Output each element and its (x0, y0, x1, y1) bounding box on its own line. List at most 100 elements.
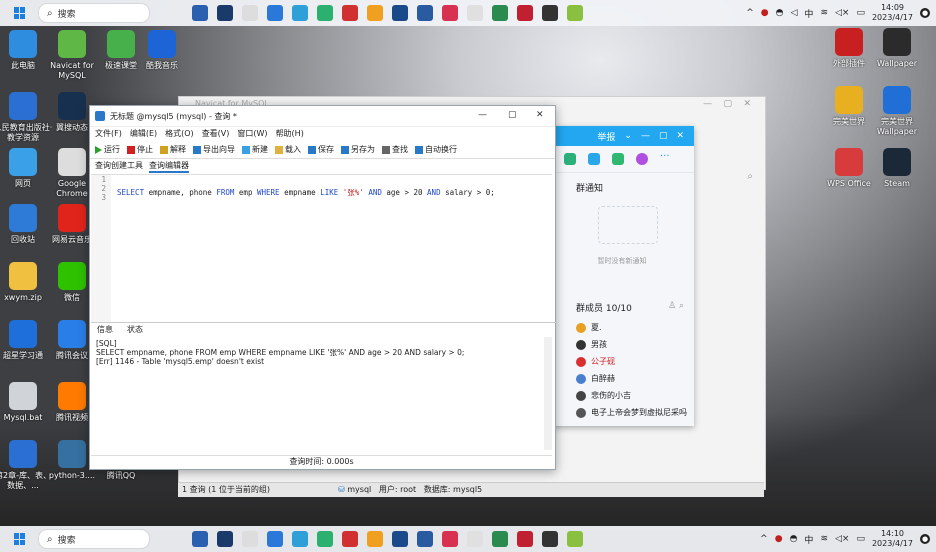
search-input[interactable]: ⌕ 搜索 (38, 529, 150, 549)
desktop-icon[interactable]: 酷我音乐 (131, 30, 193, 71)
toolbar-button-word-wrap[interactable]: 自动换行 (415, 144, 457, 155)
member-row[interactable]: 夏. (576, 319, 691, 336)
notification-icon[interactable]: ● (920, 8, 930, 18)
app-icon[interactable]: ◓ (776, 8, 784, 18)
app-icon[interactable] (217, 5, 233, 21)
close-button[interactable]: ✕ (536, 110, 544, 120)
desktop-icon[interactable]: Steam (866, 148, 928, 189)
app-icon[interactable]: ◓ (790, 534, 798, 544)
toolbar-button-export[interactable]: 导出向导 (193, 144, 235, 155)
message-scrollbar[interactable] (544, 337, 552, 450)
minimize-button[interactable]: — (478, 110, 487, 120)
toolbar-button-explain[interactable]: 解释 (160, 144, 186, 155)
member-row[interactable]: 悲伤的小吉 (576, 387, 691, 404)
add-icon[interactable] (636, 153, 648, 165)
menu-item[interactable]: 窗口(W) (237, 127, 267, 141)
chrome-icon[interactable] (467, 531, 483, 547)
app-icon[interactable] (392, 5, 408, 21)
edge-icon[interactable] (292, 5, 308, 21)
weather-icon[interactable] (242, 5, 258, 21)
maximize-button[interactable]: ▢ (508, 110, 517, 120)
search-input[interactable]: ⌕ 搜索 (38, 3, 150, 23)
battery-icon[interactable]: ▭ (856, 534, 865, 544)
notification-icon[interactable]: ● (920, 534, 930, 544)
member-row[interactable]: 公子砚 (576, 353, 691, 370)
app-icon[interactable]: ● (761, 8, 769, 18)
toolbar-button-load[interactable]: 载入 (275, 144, 301, 155)
toolbar-button-save-as[interactable]: 另存为 (341, 144, 375, 155)
member-row[interactable]: 白醉赫 (576, 370, 691, 387)
app-icon[interactable] (342, 5, 358, 21)
app-icon[interactable] (317, 531, 333, 547)
query-window[interactable]: 无标题 @mysql5 (mysql) - 查询 * — ▢ ✕ 文件(F) 编辑… (89, 105, 558, 470)
folder-icon[interactable] (367, 531, 383, 547)
chevron-up-icon[interactable]: ^ (760, 534, 768, 544)
close-icon[interactable]: ✕ (676, 131, 684, 141)
sql-code[interactable]: SELECT empname, phone FROM emp WHERE emp… (117, 187, 495, 198)
app-icon[interactable] (567, 531, 583, 547)
window-controls[interactable]: — ▢ ✕ (703, 99, 751, 109)
chrome-icon[interactable] (467, 5, 483, 21)
volume-icon[interactable]: ◁× (835, 534, 849, 544)
toolbar-button-run[interactable]: 运行 (95, 144, 120, 155)
more-icon[interactable]: ··· (660, 152, 672, 165)
tab-query-editor[interactable]: 查询编辑器 (149, 159, 189, 173)
menu-item[interactable]: 文件(F) (95, 127, 122, 141)
desktop-icon[interactable]: Wallpaper (866, 28, 928, 69)
folder-icon[interactable] (367, 5, 383, 21)
start-icon[interactable] (14, 7, 26, 19)
app-icon[interactable] (342, 531, 358, 547)
app-icon[interactable] (392, 531, 408, 547)
video-icon[interactable] (588, 153, 600, 165)
edge-icon[interactable] (292, 531, 308, 547)
toolbar-button-new[interactable]: 新建 (242, 144, 268, 155)
menu-item[interactable]: 帮助(H) (276, 127, 304, 141)
qq-group-panel[interactable]: 举报 ⌄ — ▢ ✕ ··· 群通知 暂时没有新通知 群成员 10/10 ♙ ⌕… (550, 126, 694, 426)
toolbar-button-stop[interactable]: 停止 (127, 144, 153, 155)
app-icon[interactable] (567, 5, 583, 21)
search-icon[interactable]: ⌕ (747, 171, 753, 182)
toolbar-button-find[interactable]: 查找 (382, 144, 408, 155)
app-icon[interactable] (217, 531, 233, 547)
toolbar-button-save[interactable]: 保存 (308, 144, 334, 155)
ime-indicator[interactable]: 中 (804, 7, 813, 20)
tab-query-builder[interactable]: 查询创建工具 (95, 159, 143, 173)
menu-item[interactable]: 编辑(E) (130, 127, 157, 141)
weather-icon[interactable] (242, 531, 258, 547)
app-icon[interactable] (417, 5, 433, 21)
member-row[interactable]: 男孩 (576, 336, 691, 353)
terminal-icon[interactable] (542, 5, 558, 21)
menu-item[interactable]: 查看(V) (202, 127, 230, 141)
tab-info[interactable]: 信息 (97, 323, 113, 337)
app-icon[interactable] (192, 5, 208, 21)
tab-status[interactable]: 状态 (127, 323, 143, 337)
terminal-icon[interactable] (542, 531, 558, 547)
maximize-icon[interactable]: ▢ (659, 131, 668, 141)
app-icon[interactable]: ● (775, 534, 783, 544)
app-icon[interactable] (267, 5, 283, 21)
report-link[interactable]: 举报 (597, 130, 615, 143)
chevron-up-icon[interactable]: ^ (746, 8, 754, 18)
app-icon[interactable] (192, 531, 208, 547)
chevron-down-icon[interactable]: ⌄ (624, 131, 632, 141)
clock[interactable]: 14:09 2023/4/17 (872, 3, 913, 23)
app-icon[interactable] (442, 531, 458, 547)
minimize-icon[interactable]: — (641, 131, 650, 141)
wps-icon[interactable] (517, 5, 533, 21)
battery-icon[interactable]: ▭ (856, 8, 865, 18)
start-icon[interactable] (14, 533, 26, 545)
app-icon[interactable] (267, 531, 283, 547)
app-icon[interactable] (317, 5, 333, 21)
send-icon[interactable]: ◁ (791, 8, 798, 18)
screen-share-icon[interactable] (612, 153, 624, 165)
member-search-icon[interactable]: ♙ ⌕ (668, 301, 684, 311)
volume-icon[interactable]: ◁× (835, 8, 849, 18)
ime-indicator[interactable]: 中 (804, 533, 813, 546)
wifi-icon[interactable]: ≋ (820, 534, 828, 544)
wps-icon[interactable] (517, 531, 533, 547)
pycharm-icon[interactable] (492, 531, 508, 547)
member-row[interactable]: 电子上帝会梦到虚拟尼采吗 (576, 404, 691, 421)
pycharm-icon[interactable] (492, 5, 508, 21)
phone-icon[interactable] (564, 153, 576, 165)
wifi-icon[interactable]: ≋ (820, 8, 828, 18)
